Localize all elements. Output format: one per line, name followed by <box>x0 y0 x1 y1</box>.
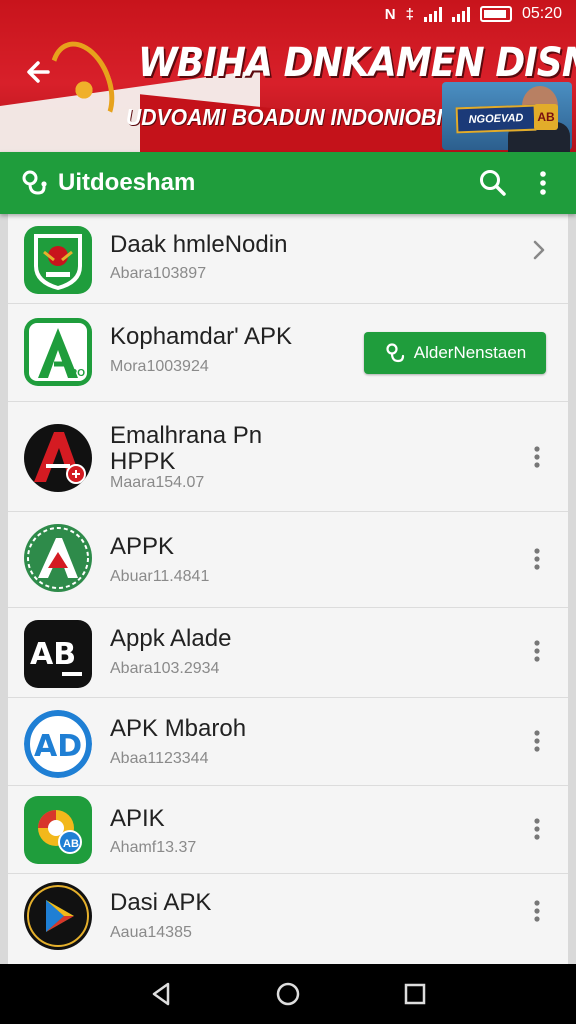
vibrate-icon: ‡ <box>405 5 414 23</box>
install-button[interactable]: AlderNenstaen <box>364 332 546 374</box>
svg-text:AD: AD <box>34 729 82 764</box>
more-vert-icon[interactable] <box>526 636 548 666</box>
app-subtitle: Aaua14385 <box>110 924 192 941</box>
status-time: 05:20 <box>521 5 562 22</box>
back-arrow-icon[interactable] <box>18 50 62 94</box>
nfc-icon: N <box>384 5 396 23</box>
blue-ad-icon: AD <box>24 710 92 778</box>
app-subtitle: Ahamf13.37 <box>110 839 197 856</box>
banner-badge-small: AB <box>534 104 558 130</box>
app-subtitle: Mora1003924 <box>110 358 209 375</box>
app-name: Appk Alade <box>110 625 232 652</box>
list-item[interactable]: Daak hmleNodin Abara103897 <box>8 214 568 304</box>
signal-icon <box>423 6 442 22</box>
battery-icon <box>479 6 512 22</box>
app-subtitle: Maara154.07 <box>110 474 205 491</box>
app-name: APK Mbaroh <box>110 715 247 742</box>
play-store-icon <box>24 882 92 950</box>
app-name: Daak hmleNodin <box>110 231 288 258</box>
ab-logo-icon: AB <box>24 620 92 688</box>
more-vert-icon[interactable] <box>526 442 548 472</box>
colorful-circle-icon: AB <box>24 796 92 864</box>
app-subtitle: Abara103897 <box>110 265 207 282</box>
app-name: Kophamdar' APK <box>110 323 293 350</box>
list-item[interactable]: APPK Abuar11.4841 <box>8 512 568 608</box>
app-name: Dasi APK <box>110 889 212 916</box>
list-item[interactable]: Dasi APK Aaua14385 <box>8 874 568 964</box>
list-item[interactable]: Emalhrana Pn HPPK Maara154.07 <box>8 402 568 512</box>
banner-badge: NGOEVAD <box>455 104 537 134</box>
svg-text:RO: RO <box>70 368 85 379</box>
app-name: APIK <box>110 805 165 832</box>
more-vert-icon[interactable] <box>526 544 548 574</box>
app-subtitle: Abaa1123344 <box>110 750 209 767</box>
app-subtitle: Abuar11.4841 <box>110 568 210 585</box>
green-a-icon: RO <box>24 318 92 386</box>
list-item[interactable]: AD APK Mbaroh Abaa1123344 <box>8 698 568 786</box>
red-a-icon <box>24 424 92 492</box>
garuda-emblem-icon <box>24 226 92 294</box>
app-name: Emalhrana Pn HPPK <box>110 422 263 475</box>
banner-subtitle: UDVOAMI BOADUN INDONIOBIS <box>126 104 457 130</box>
list-item[interactable]: AB Appk Alade Abara103.2934 <box>8 608 568 698</box>
list-item[interactable]: RO Kophamdar' APK Mora1003924 AlderNenst… <box>8 304 568 402</box>
install-button-label: AlderNenstaen <box>413 343 527 362</box>
garuda-sun-icon <box>64 70 104 110</box>
svg-text:AB: AB <box>63 838 79 850</box>
home-nav-icon[interactable] <box>273 979 303 1009</box>
search-icon[interactable] <box>474 164 512 202</box>
signal-icon <box>451 6 470 22</box>
more-vert-icon[interactable] <box>530 164 556 202</box>
banner-title: WBIHA DNKAMEN DISNGN <box>138 40 576 86</box>
app-name: APPK <box>110 533 175 560</box>
recents-nav-icon[interactable] <box>400 979 430 1009</box>
install-icon <box>386 343 404 363</box>
green-circle-a-icon <box>24 524 92 592</box>
svg-text:AB: AB <box>30 637 76 672</box>
app-subtitle: Abara103.2934 <box>110 660 220 677</box>
app-bar-title: Uitdoesham <box>58 169 196 196</box>
more-vert-icon[interactable] <box>526 726 548 756</box>
back-nav-icon[interactable] <box>146 979 176 1009</box>
list-background: Daak hmleNodin Abara103897 RO Kophamdar'… <box>0 214 576 964</box>
more-vert-icon[interactable] <box>526 814 548 844</box>
chevron-right-icon[interactable] <box>524 236 552 264</box>
list-item[interactable]: AB APIK Ahamf13.37 <box>8 786 568 874</box>
app-logo-icon <box>20 169 48 197</box>
status-bar: N ‡ 05:20 <box>0 0 576 28</box>
app-list: Daak hmleNodin Abara103897 RO Kophamdar'… <box>8 214 568 964</box>
navigation-bar <box>0 964 576 1024</box>
app-bar: Uitdoesham <box>0 152 576 214</box>
more-vert-icon[interactable] <box>526 896 548 926</box>
